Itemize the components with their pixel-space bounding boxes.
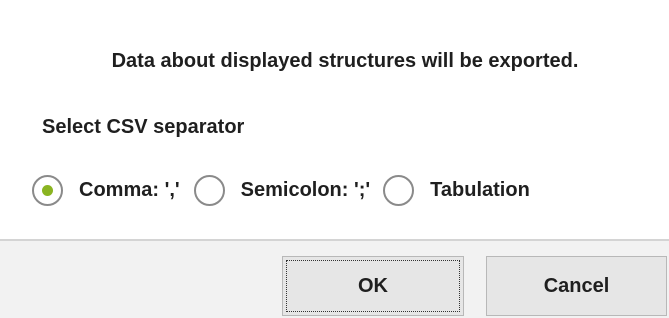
radio-checked-icon[interactable] — [32, 174, 63, 206]
dialog-footer: OK Cancel — [0, 241, 669, 318]
export-dialog: Data about displayed structures will be … — [0, 0, 669, 318]
radio-unchecked-icon[interactable] — [193, 174, 225, 206]
radio-label-semicolon: Semicolon: ';' — [240, 178, 371, 201]
radio-unchecked-icon[interactable] — [383, 174, 415, 206]
csv-separator-label: Select CSV separator — [42, 116, 245, 138]
radio-label-tabulation: Tabulation — [430, 178, 530, 201]
ok-button[interactable]: OK — [282, 256, 464, 316]
cancel-button-label: Cancel — [543, 274, 610, 297]
radio-option-tabulation[interactable]: Tabulation — [383, 174, 530, 206]
radio-label-comma: Comma: ',' — [79, 178, 180, 201]
radio-option-comma[interactable]: Comma: ',' — [32, 174, 180, 206]
export-message: Data about displayed structures will be … — [111, 50, 579, 72]
ok-button-label: OK — [358, 274, 388, 297]
separator-radio-group: Comma: ',' Semicolon: ';' Tabulation — [32, 172, 530, 208]
radio-option-semicolon[interactable]: Semicolon: ';' — [193, 174, 371, 206]
cancel-button[interactable]: Cancel — [486, 256, 667, 316]
